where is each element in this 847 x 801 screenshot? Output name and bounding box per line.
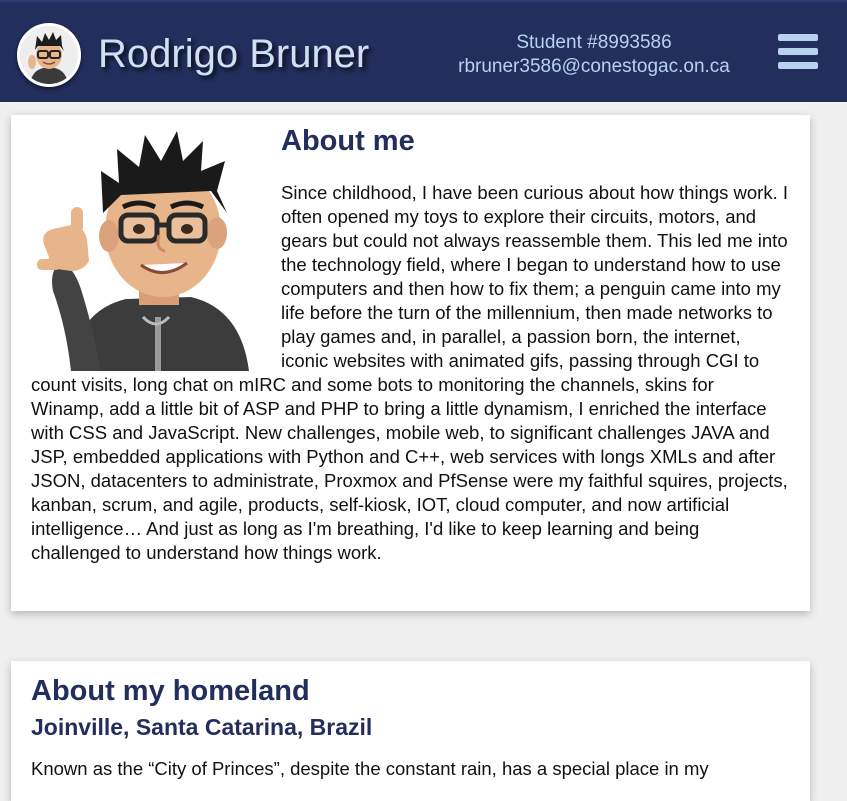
- memoji-portrait-image: [31, 121, 261, 371]
- memoji-portrait-icon: [37, 131, 249, 371]
- memoji-avatar-icon: [20, 26, 78, 84]
- site-title: Rodrigo Bruner: [98, 32, 370, 76]
- site-header: Rodrigo Bruner Student #8993586 rbruner3…: [0, 0, 847, 102]
- homeland-card: About my homeland Joinville, Santa Catar…: [11, 661, 810, 801]
- homeland-intro-text: Known as the “City of Princes”, despite …: [31, 758, 709, 779]
- email-address[interactable]: rbruner3586@conestogac.on.ca: [440, 55, 748, 79]
- about-card: About me Since childhood, I have been cu…: [11, 115, 810, 611]
- avatar[interactable]: [17, 23, 81, 87]
- student-id: Student #8993586: [516, 32, 672, 53]
- homeland-heading: About my homeland: [31, 675, 310, 707]
- hamburger-menu-icon[interactable]: [778, 34, 818, 70]
- contact-info: Student #8993586 rbruner3586@conestogac.…: [440, 31, 748, 79]
- homeland-subheading: Joinville, Santa Catarina, Brazil: [31, 714, 373, 740]
